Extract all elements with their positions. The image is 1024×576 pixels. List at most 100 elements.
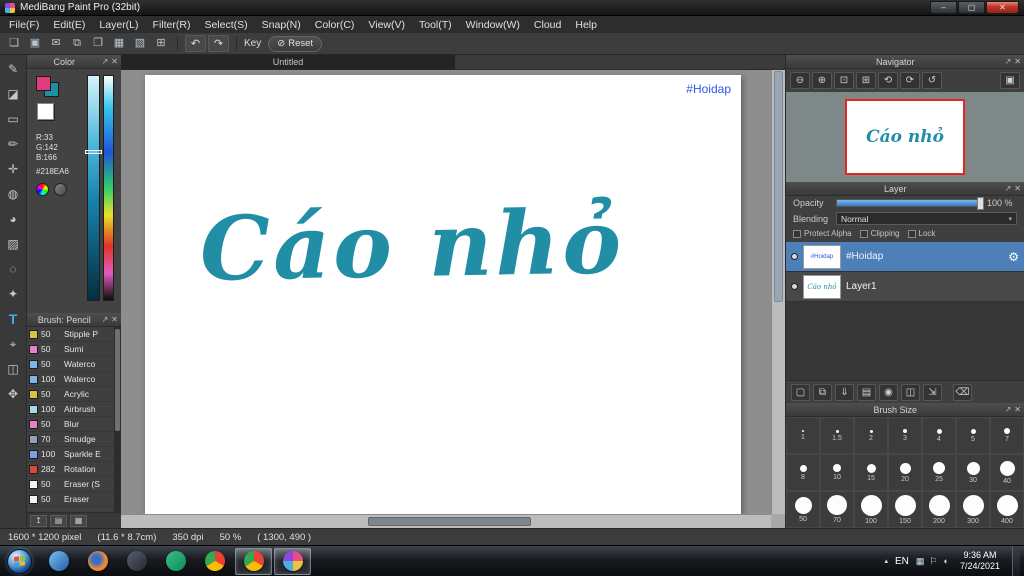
- document-viewport[interactable]: #Hoidap Cáo nhỏ: [121, 70, 771, 514]
- close-icon[interactable]: ✕: [1014, 57, 1021, 66]
- brush-size-option[interactable]: 15: [854, 454, 888, 491]
- brush-stipple[interactable]: 50 Stipple P: [27, 327, 114, 342]
- clipping-checkbox[interactable]: Clipping: [859, 229, 900, 238]
- view-menu[interactable]: View(V): [361, 17, 412, 33]
- zoom-actual-icon[interactable]: ⊞: [856, 72, 876, 89]
- select-menu[interactable]: Select(S): [197, 17, 254, 33]
- rotate-right-icon[interactable]: ⟳: [900, 72, 920, 89]
- help-menu[interactable]: Help: [568, 17, 604, 33]
- taskbar-app-icon[interactable]: [118, 548, 155, 575]
- brush-watercolor-1[interactable]: 50 Waterco: [27, 357, 114, 372]
- show-desktop-button[interactable]: [1012, 546, 1020, 576]
- brush-size-option[interactable]: 20: [888, 454, 922, 491]
- brush-sumi[interactable]: 50 Sumi: [27, 342, 114, 357]
- tray-app-icon[interactable]: ▦: [916, 556, 925, 567]
- close-icon[interactable]: ✕: [1014, 405, 1021, 414]
- brush-sparkle[interactable]: 100 Sparkle E: [27, 447, 114, 462]
- fill-tool[interactable]: ◍: [4, 185, 23, 203]
- filter-menu[interactable]: Filter(R): [146, 17, 198, 33]
- material-icon[interactable]: ⊞: [152, 35, 170, 52]
- taskbar-medibang-icon[interactable]: [274, 547, 311, 575]
- start-button[interactable]: [7, 548, 32, 574]
- brush-size-option[interactable]: 2: [854, 417, 888, 454]
- horizontal-scrollbar[interactable]: [121, 514, 771, 528]
- brush-tool[interactable]: ✏: [4, 135, 23, 153]
- brush-eraser-soft[interactable]: 50 Eraser (S: [27, 477, 114, 492]
- navigator-thumbnail[interactable]: Cáo nhỏ: [845, 99, 965, 175]
- popout-icon[interactable]: ↗: [102, 57, 109, 66]
- brush-view-icon[interactable]: ▦: [70, 514, 87, 527]
- visibility-dot[interactable]: [791, 283, 798, 290]
- divide-tool[interactable]: ◫: [4, 360, 23, 378]
- canvas-page[interactable]: #Hoidap Cáo nhỏ: [145, 75, 741, 514]
- language-indicator[interactable]: EN: [895, 556, 909, 567]
- brush-rotation[interactable]: 282 Rotation: [27, 462, 114, 477]
- text-tool[interactable]: T: [4, 310, 23, 328]
- saturation-bar[interactable]: [87, 75, 100, 301]
- transparent-color-swatch[interactable]: [37, 103, 54, 120]
- brush-eraser[interactable]: 50 Eraser: [27, 492, 114, 507]
- window-menu[interactable]: Window(W): [459, 17, 527, 33]
- brush-blur[interactable]: 50 Blur: [27, 417, 114, 432]
- brush-size-option[interactable]: 8: [786, 454, 820, 491]
- brush-size-option[interactable]: 1.5: [820, 417, 854, 454]
- magic-wand-tool[interactable]: ✦: [4, 285, 23, 303]
- layer-row[interactable]: Cáo nhỏ Layer1 ⚙: [786, 272, 1024, 302]
- layer-settings-gear-icon[interactable]: ⚙: [1008, 250, 1019, 264]
- brush-size-option[interactable]: 7: [990, 417, 1024, 454]
- document-tab[interactable]: Untitled: [121, 55, 455, 69]
- brush-size-option[interactable]: 30: [956, 454, 990, 491]
- file-menu[interactable]: File(F): [2, 17, 46, 33]
- zoom-out-icon[interactable]: ⊖: [790, 72, 810, 89]
- tool-menu[interactable]: Tool(T): [412, 17, 459, 33]
- taskbar-chrome-icon[interactable]: [196, 548, 233, 575]
- eyedropper-tool[interactable]: ⌖: [4, 335, 23, 353]
- maximize-button[interactable]: ▢: [958, 1, 985, 14]
- duplicate-layer-icon[interactable]: ⧉: [813, 383, 832, 401]
- new-canvas-icon[interactable]: ❏: [5, 35, 23, 52]
- tray-network-icon[interactable]: ⚐: [929, 556, 937, 567]
- brush-size-option[interactable]: 200: [922, 491, 956, 528]
- popout-icon[interactable]: ↗: [102, 315, 109, 324]
- paste-icon[interactable]: ❐: [89, 35, 107, 52]
- brush-size-option[interactable]: 50: [786, 491, 820, 528]
- merge-down-icon[interactable]: ⇓: [835, 383, 854, 401]
- saturation-bar-handle[interactable]: [85, 150, 102, 154]
- pen-tool[interactable]: ✎: [4, 60, 23, 78]
- layer-camera-icon[interactable]: ◉: [879, 383, 898, 401]
- redo-button[interactable]: ↷: [208, 35, 229, 52]
- edit-menu[interactable]: Edit(E): [46, 17, 92, 33]
- brush-size-option[interactable]: 100: [854, 491, 888, 528]
- brush-folder-icon[interactable]: ▤: [50, 514, 67, 527]
- rotate-reset-icon[interactable]: ↺: [922, 72, 942, 89]
- brush-size-option[interactable]: 25: [922, 454, 956, 491]
- snap-grid-icon[interactable]: ▧: [131, 35, 149, 52]
- close-icon[interactable]: ✕: [111, 315, 118, 324]
- select-rect-tool[interactable]: ▭: [4, 110, 23, 128]
- fullscreen-icon[interactable]: ▣: [1000, 72, 1020, 89]
- brush-size-option[interactable]: 40: [990, 454, 1024, 491]
- navigator-preview[interactable]: Cáo nhỏ: [786, 92, 1024, 182]
- protect-alpha-checkbox[interactable]: Protect Alpha: [793, 229, 852, 238]
- brush-size-option[interactable]: 1: [786, 417, 820, 454]
- popout-icon[interactable]: ↗: [1005, 57, 1012, 66]
- brush-list-scrollbar[interactable]: [114, 327, 121, 512]
- brush-size-option[interactable]: 5: [956, 417, 990, 454]
- hue-bar[interactable]: [103, 75, 114, 301]
- delete-layer-icon[interactable]: ⌫: [953, 383, 972, 401]
- move-tool[interactable]: ✛: [4, 160, 23, 178]
- bucket-tool[interactable]: ◕: [4, 210, 23, 228]
- zoom-fit-icon[interactable]: ⊡: [834, 72, 854, 89]
- tray-volume-icon[interactable]: ◖: [943, 556, 948, 566]
- color-wheel-icon[interactable]: [36, 183, 49, 196]
- layer-menu[interactable]: Layer(L): [92, 17, 145, 33]
- color-menu[interactable]: Color(C): [308, 17, 362, 33]
- undo-button[interactable]: ↶: [185, 35, 206, 52]
- taskbar-messenger-icon[interactable]: [157, 548, 194, 575]
- add-layer-icon[interactable]: ▢: [791, 383, 810, 401]
- flatten-icon[interactable]: ⇲: [923, 383, 942, 401]
- blending-dropdown[interactable]: Normal ▾: [836, 212, 1017, 225]
- lock-checkbox[interactable]: Lock: [907, 229, 935, 238]
- copy-icon[interactable]: ⧉: [68, 35, 86, 52]
- brush-acrylic[interactable]: 50 Acrylic: [27, 387, 114, 402]
